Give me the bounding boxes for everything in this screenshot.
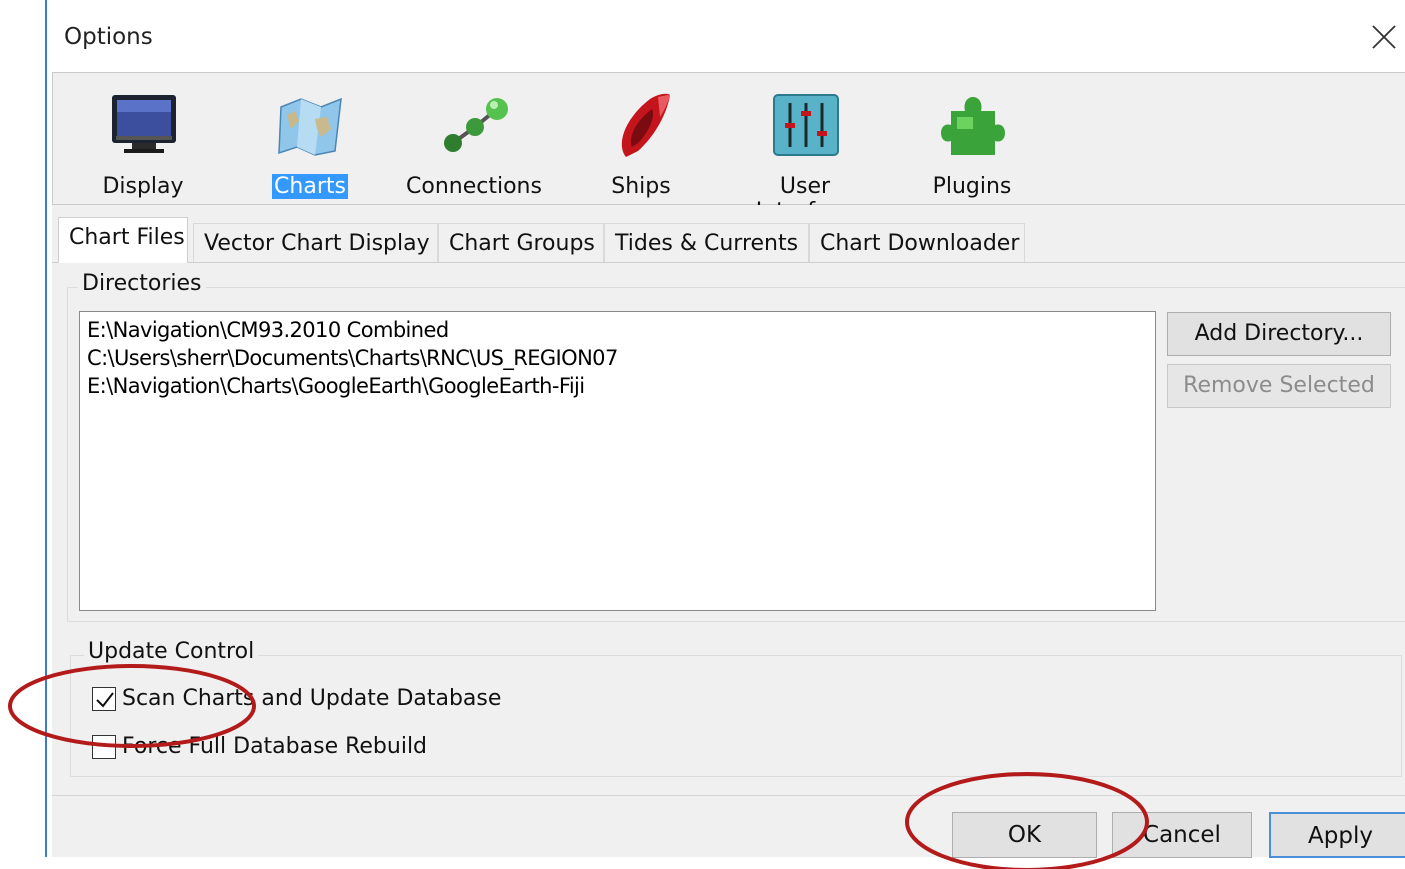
toolbar-plugins[interactable]: Plugins xyxy=(902,81,1042,203)
toolbar-ships[interactable]: Ships xyxy=(571,81,711,203)
chart-files-panel: Directories E:\Navigation\CM93.2010 Comb… xyxy=(52,262,1405,795)
toolbar-display-label: Display xyxy=(102,174,184,199)
ok-button[interactable]: OK xyxy=(952,812,1097,858)
tab-strip: Chart Files Vector Chart Display Chart G… xyxy=(52,217,1405,263)
connections-icon xyxy=(444,98,508,152)
checkbox-box[interactable] xyxy=(92,735,116,759)
title-bar: Options xyxy=(47,0,1405,72)
directory-list[interactable]: E:\Navigation\CM93.2010 Combined C:\User… xyxy=(79,311,1156,611)
tab-vector-chart-display[interactable]: Vector Chart Display xyxy=(193,223,438,263)
add-directory-button[interactable]: Add Directory... xyxy=(1167,312,1391,356)
scan-charts-checkbox[interactable]: Scan Charts and Update Database xyxy=(92,684,512,714)
apply-button[interactable]: Apply xyxy=(1269,812,1405,858)
force-rebuild-label: Force Full Database Rebuild xyxy=(122,734,428,759)
cancel-button[interactable]: Cancel xyxy=(1112,812,1252,858)
update-control-label: Update Control xyxy=(84,639,259,664)
force-rebuild-checkbox[interactable]: Force Full Database Rebuild xyxy=(92,732,512,762)
checkbox-box[interactable] xyxy=(92,687,116,711)
tab-chart-groups[interactable]: Chart Groups xyxy=(438,223,604,263)
options-window: Options Display Charts Connections Ships… xyxy=(45,0,1405,858)
window-title: Options xyxy=(64,24,153,50)
ship-icon xyxy=(621,93,670,157)
toolbar-connections-label: Connections xyxy=(406,174,542,199)
toolbar-connections[interactable]: Connections xyxy=(404,81,544,203)
list-item[interactable]: E:\Navigation\CM93.2010 Combined xyxy=(87,316,1148,344)
tab-tides-currents[interactable]: Tides & Currents xyxy=(604,223,809,263)
options-body: Chart Files Vector Chart Display Chart G… xyxy=(52,205,1405,795)
scan-charts-label: Scan Charts and Update Database xyxy=(122,686,502,711)
toolbar-charts-label: Charts xyxy=(272,174,348,199)
toolbar-user-interface[interactable]: User Interface xyxy=(735,81,875,224)
tab-chart-files[interactable]: Chart Files xyxy=(58,217,188,263)
dialog-footer: OK Cancel Apply xyxy=(52,795,1405,858)
monitor-icon xyxy=(112,95,176,153)
toolbar-charts[interactable]: Charts xyxy=(240,81,380,203)
puzzle-piece-icon xyxy=(941,97,1005,155)
chart-map-icon xyxy=(278,97,342,156)
list-item[interactable]: C:\Users\sherr\Documents\Charts\RNC\US_R… xyxy=(87,344,1148,372)
tab-chart-downloader[interactable]: Chart Downloader xyxy=(809,223,1025,263)
toolbar-display[interactable]: Display xyxy=(73,81,213,203)
checkmark-icon xyxy=(96,692,114,708)
sliders-icon xyxy=(773,94,839,156)
list-item[interactable]: E:\Navigation\Charts\GoogleEarth\GoogleE… xyxy=(87,372,1148,400)
options-toolbar: Display Charts Connections Ships User Pl… xyxy=(52,72,1405,224)
toolbar-plugins-label: Plugins xyxy=(932,174,1012,199)
directories-label: Directories xyxy=(78,271,206,296)
close-icon[interactable] xyxy=(1369,22,1399,52)
remove-selected-button[interactable]: Remove Selected xyxy=(1167,364,1391,408)
toolbar-ships-label: Ships xyxy=(611,174,671,199)
